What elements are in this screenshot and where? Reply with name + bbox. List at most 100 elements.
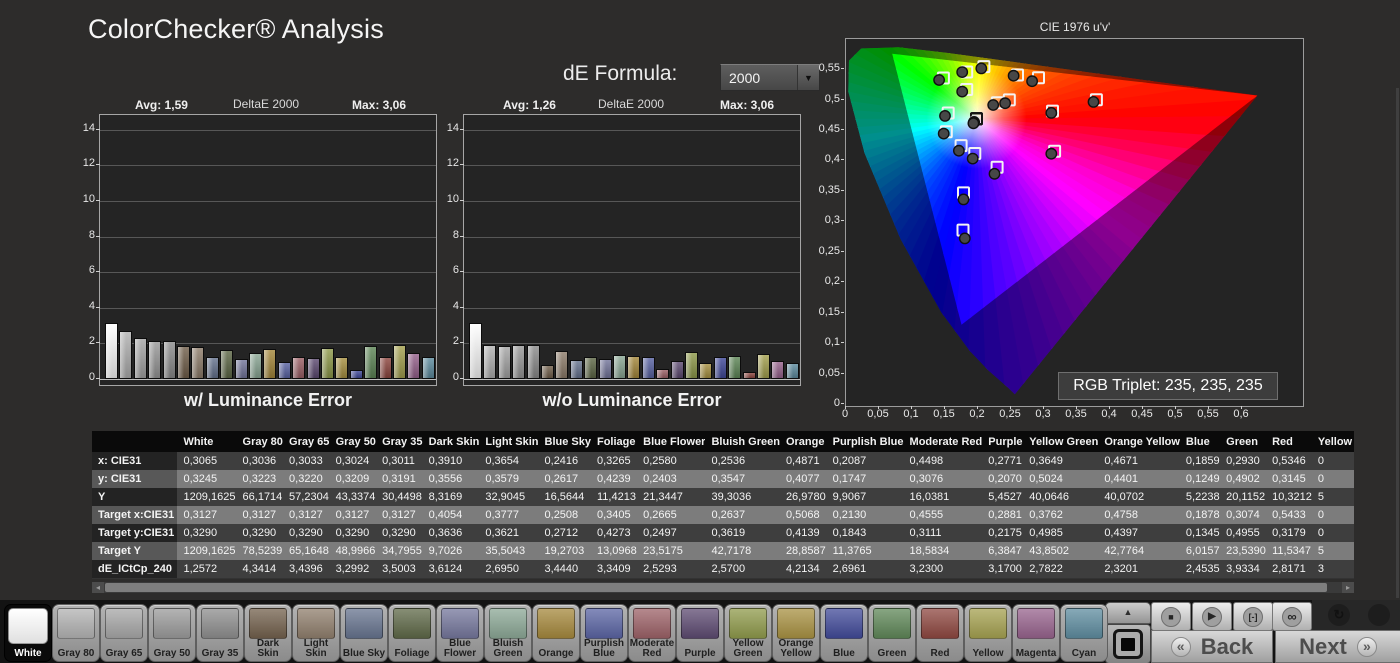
y-axis-tick-mark (460, 129, 464, 130)
patch-button-yellow-green[interactable]: YellowGreen (724, 604, 772, 662)
de-formula-dropdown[interactable]: 2000 ▼ (720, 64, 820, 91)
pattern-window-icon: [-] (1243, 607, 1263, 627)
column-header: Light Skin (479, 431, 538, 452)
cie-measured-cyan (939, 128, 949, 138)
table-cell: 4,3414 (237, 560, 284, 578)
bar-purplish-blue (642, 357, 655, 379)
column-header: Blue Flower (637, 431, 705, 452)
patch-label: Gray 50 (154, 639, 191, 661)
table-cell: 0,3290 (283, 524, 330, 542)
chart2-avg-label: Avg: 1,26 (503, 98, 556, 112)
play-button[interactable]: ▶ (1192, 602, 1232, 631)
bar-cyan (786, 363, 799, 379)
patch-button-dark-skin[interactable]: Dark Skin (244, 604, 292, 662)
pattern-window-button[interactable]: [-] (1233, 602, 1273, 631)
cie-measured-magenta (1046, 149, 1056, 159)
cie-y-tick-mark (841, 129, 844, 130)
patch-button-blue[interactable]: Blue (820, 604, 868, 662)
gridline (464, 165, 800, 166)
patch-label: Light Skin (293, 639, 339, 661)
scroll-right-icon[interactable]: ▸ (1342, 582, 1354, 593)
y-axis-tick-mark (96, 271, 100, 272)
y-axis-tick-label: 0 (437, 371, 459, 383)
scrollbar-thumb[interactable] (105, 583, 1327, 592)
next-button-label: Next (1299, 634, 1347, 660)
column-header: Blue Sky (539, 431, 591, 452)
patch-button-bluish-green[interactable]: BluishGreen (484, 604, 532, 662)
back-button[interactable]: « Back (1151, 630, 1273, 663)
table-cell: 0,4671 (1098, 452, 1180, 470)
table-cell: 0,3245 (177, 470, 236, 488)
table-cell: 4,2134 (780, 560, 827, 578)
bar-light-skin (555, 351, 568, 379)
gridline (100, 201, 436, 202)
stop-button[interactable]: ■ (1151, 602, 1191, 631)
cie-y-tick-label: 0,25 (808, 245, 840, 257)
patch-button-light-skin[interactable]: Light Skin (292, 604, 340, 662)
patch-button-blue-sky[interactable]: Blue Sky (340, 604, 388, 662)
bar-blue-flower (235, 359, 248, 379)
patch-button-gray-35[interactable]: Gray 35 (196, 604, 244, 662)
cie-measured-orange-yellow (1008, 71, 1018, 81)
y-axis-tick-mark (460, 200, 464, 201)
measurement-table: WhiteGray 80Gray 65Gray 50Gray 35Dark Sk… (92, 431, 1354, 579)
table-cell: 66,1714 (237, 488, 284, 506)
patch-button-gray-50[interactable]: Gray 50 (148, 604, 196, 662)
cie-y-tick-mark (841, 220, 844, 221)
y-axis-tick-label: 14 (73, 122, 95, 134)
table-cell: 0,4401 (1098, 470, 1180, 488)
table-cell: 0,4555 (904, 506, 983, 524)
table-cell: 0,3290 (376, 524, 423, 542)
next-button[interactable]: Next » (1275, 630, 1400, 663)
patch-button-green[interactable]: Green (868, 604, 916, 662)
patch-button-orange[interactable]: Orange (532, 604, 580, 662)
gridline (100, 165, 436, 166)
table-cell: 3,6124 (423, 560, 480, 578)
patch-button-cyan[interactable]: Cyan (1060, 604, 1108, 662)
patch-button-orange-yellow[interactable]: OrangeYellow (772, 604, 820, 662)
cie-measured-purple (989, 169, 999, 179)
table-cell: 0,5068 (780, 506, 827, 524)
column-header: Bluish Green (705, 431, 779, 452)
patch-button-gray-65[interactable]: Gray 65 (100, 604, 148, 662)
patch-button-foliage[interactable]: Foliage (388, 604, 436, 662)
table-scrollbar[interactable]: ◂ ▸ (92, 582, 1354, 593)
patch-button-magenta[interactable]: Magenta (1012, 604, 1060, 662)
table-cell: 0,3127 (283, 506, 330, 524)
column-header: Orange (780, 431, 827, 452)
continuous-icon: ∞ (1282, 607, 1302, 627)
cie-measured-blue (960, 233, 970, 243)
cie-measured-red (1088, 97, 1098, 107)
bar-gray-65 (134, 338, 147, 379)
cie-y-tick-label: 0 (808, 397, 840, 409)
refresh-icon[interactable]: ↻ (1328, 604, 1350, 626)
continuous-button[interactable]: ∞ (1272, 602, 1312, 631)
pattern-window-size-button[interactable] (1105, 624, 1151, 663)
gridline (100, 272, 436, 273)
bar-magenta (407, 353, 420, 379)
patch-button-moderate-red[interactable]: ModerateRed (628, 604, 676, 662)
patch-button-blue-flower[interactable]: BlueFlower (436, 604, 484, 662)
patch-button-yellow[interactable]: Yellow (964, 604, 1012, 662)
table-cell: 0,3579 (479, 470, 538, 488)
table-cell: 11,3765 (827, 542, 904, 560)
bar-white (469, 323, 482, 379)
patch-button-purplish-blue[interactable]: PurplishBlue (580, 604, 628, 662)
patch-button-red[interactable]: Red (916, 604, 964, 662)
y-axis-tick-label: 4 (73, 300, 95, 312)
bar-gray-50 (148, 341, 161, 379)
cie-y-tick-mark (841, 342, 844, 343)
patch-button-white[interactable]: White (4, 604, 52, 662)
cie-y-tick-mark (841, 251, 844, 252)
patch-button-gray-80[interactable]: Gray 80 (52, 604, 100, 662)
scroll-left-icon[interactable]: ◂ (92, 582, 104, 593)
pattern-options-button[interactable]: ▲ (1105, 602, 1151, 624)
x-axis-line (100, 379, 436, 380)
y-axis-tick-label: 6 (437, 264, 459, 276)
patch-swatch (681, 608, 719, 639)
patch-button-purple[interactable]: Purple (676, 604, 724, 662)
table-cell: 9,9067 (827, 488, 904, 506)
table-cell: 2,8171 (1266, 560, 1312, 578)
table-cell: 0,2130 (827, 506, 904, 524)
table-cell: 0,2508 (539, 506, 591, 524)
